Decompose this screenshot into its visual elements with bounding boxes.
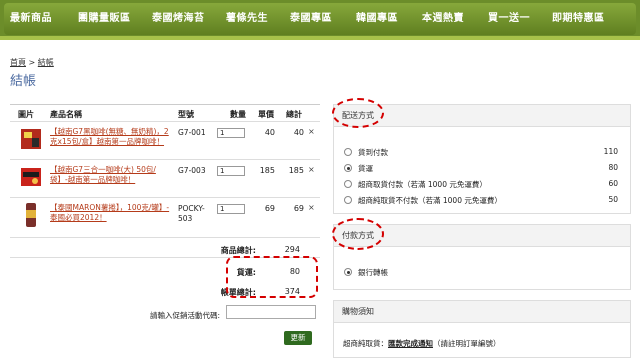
radio-button[interactable]: [344, 148, 352, 156]
nav-item-clearance[interactable]: 即期特惠區: [552, 3, 605, 35]
shipping-option[interactable]: 貨到付款 110: [344, 147, 624, 159]
breadcrumb-home[interactable]: 首頁: [10, 58, 26, 67]
quantity-input[interactable]: 1: [217, 128, 245, 138]
cart-header-row: 圖片 產品名稱 型號 數量 單價 總計: [10, 105, 320, 121]
radio-button-selected[interactable]: [344, 268, 352, 276]
shopping-notice-panel: 購物須知: [333, 300, 631, 358]
payment-notice-link[interactable]: 匯款完成通知: [388, 339, 433, 348]
divider: [10, 237, 320, 238]
line-total: 185: [288, 166, 304, 175]
breadcrumb-separator: >: [28, 58, 36, 67]
line-total: 40: [293, 128, 304, 137]
cart-row: 【越南G7三合一咖啡(大) 50包/袋】-越南第一品牌咖啡！ G7-003 1 …: [10, 159, 320, 193]
unit-price: 69: [264, 204, 275, 213]
nav-item-thai-seaweed[interactable]: 泰國烤海苔: [152, 3, 205, 35]
update-button[interactable]: 更新: [284, 331, 312, 345]
col-header-qty: 數量: [230, 110, 246, 119]
product-total-value: 294: [284, 245, 300, 254]
cart-row: 【泰國MARON薯捲】，100克/罐】-泰國必買2012！ POCKY-503 …: [10, 197, 320, 231]
shipping-option-label: 超商純取貨不付款（若滿 1000 元免運費）: [358, 196, 502, 205]
unit-price: 185: [259, 166, 275, 175]
product-model: POCKY-503: [178, 204, 205, 223]
breadcrumb: 首頁 > 結帳: [10, 57, 54, 68]
radio-button[interactable]: [344, 196, 352, 204]
nav-item-new[interactable]: 最新商品: [10, 3, 52, 35]
radio-button-selected[interactable]: [344, 164, 352, 172]
top-nav-bar: 最新商品 團購量販區 泰國烤海苔 薯條先生 泰國專區 韓國專區 本週熱賣 買一送…: [4, 3, 636, 35]
shopping-notice-title: 購物須知: [334, 301, 630, 323]
nav-item-mr-fries[interactable]: 薯條先生: [226, 3, 268, 35]
unit-price: 40: [264, 128, 275, 137]
quantity-input[interactable]: 1: [217, 204, 245, 214]
breadcrumb-current[interactable]: 結帳: [38, 58, 54, 67]
remove-item-icon[interactable]: ×: [308, 127, 315, 136]
page-title: 結帳: [10, 74, 37, 89]
cart-row: 【越南G7黑咖啡(無糖、無奶精)，2克x15包/盒】越南第一品牌咖啡！ G7-0…: [10, 121, 320, 155]
shipping-option[interactable]: 超商純取貨不付款（若滿 1000 元免運費） 50: [344, 195, 624, 207]
highlight-totals-annotation: [226, 256, 318, 298]
shipping-option-fee: 80: [608, 163, 618, 172]
product-name-link[interactable]: 【越南G7三合一咖啡(大) 50包/袋】-越南第一品牌咖啡！: [50, 165, 172, 185]
product-model: G7-003: [178, 166, 206, 175]
col-header-name: 產品名稱: [50, 110, 82, 119]
nav-item-weekly-hot[interactable]: 本週熱賣: [422, 3, 464, 35]
product-total-label: 商品總計:: [220, 246, 256, 255]
shipping-option[interactable]: 超商取貨付款（若滿 1000 元免運費） 60: [344, 179, 624, 191]
radio-button[interactable]: [344, 180, 352, 188]
shipping-option-label: 貨運: [358, 164, 373, 173]
col-header-subtotal: 總計: [286, 110, 302, 119]
shipping-option-fee: 110: [603, 147, 618, 156]
notice-suffix: （請註明訂單編號）: [433, 339, 501, 348]
nav-item-thailand[interactable]: 泰國專區: [290, 3, 332, 35]
highlight-payment-annotation: [332, 218, 384, 250]
product-thumbnail[interactable]: [20, 202, 42, 228]
promo-code-input[interactable]: [226, 305, 316, 319]
shipping-option-fee: 60: [608, 179, 618, 188]
quantity-input[interactable]: 1: [217, 166, 245, 176]
product-thumbnail[interactable]: [20, 164, 42, 190]
nav-item-korea[interactable]: 韓國專區: [356, 3, 398, 35]
col-header-model: 型號: [178, 110, 194, 119]
promo-code-label: 請輸入促銷活動代碼:: [150, 311, 221, 320]
product-name-link[interactable]: 【泰國MARON薯捲】，100克/罐】-泰國必買2012！: [50, 203, 172, 223]
product-total-line: 商品總計: 294: [160, 241, 300, 257]
col-header-price: 單價: [258, 110, 274, 119]
nav-item-bogo[interactable]: 買一送一: [488, 3, 530, 35]
shopping-notice-text: 超商純取貨：匯款完成通知（請註明訂單編號）: [343, 338, 501, 349]
top-nav: 最新商品 團購量販區 泰國烤海苔 薯條先生 泰國專區 韓國專區 本週熱賣 買一送…: [0, 0, 640, 40]
remove-item-icon[interactable]: ×: [308, 203, 315, 212]
product-name-link[interactable]: 【越南G7黑咖啡(無糖、無奶精)，2克x15包/盒】越南第一品牌咖啡！: [50, 127, 172, 147]
shipping-option[interactable]: 貨運 80: [344, 163, 624, 175]
nav-item-group-buy[interactable]: 團購量販區: [78, 3, 131, 35]
payment-option[interactable]: 銀行轉帳: [344, 267, 624, 279]
highlight-shipping-annotation: [332, 98, 384, 128]
remove-item-icon[interactable]: ×: [308, 165, 315, 174]
shipping-option-label: 貨到付款: [358, 148, 388, 157]
payment-option-label: 銀行轉帳: [358, 268, 388, 277]
notice-prefix: 超商純取貨：: [343, 339, 388, 348]
line-total: 69: [293, 204, 304, 213]
shipping-option-label: 超商取貨付款（若滿 1000 元免運費）: [358, 180, 487, 189]
col-header-image: 圖片: [18, 110, 34, 119]
product-model: G7-001: [178, 128, 206, 137]
product-thumbnail[interactable]: [20, 126, 42, 152]
shipping-option-fee: 50: [608, 195, 618, 204]
